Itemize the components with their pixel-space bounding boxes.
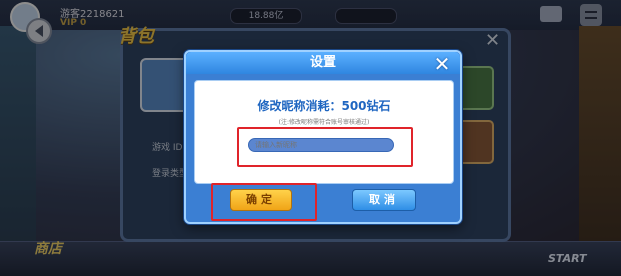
rename-cost-text: 修改昵称消耗：500钻石: [257, 99, 391, 113]
rename-hint-text: (注:修改昵称需符合账号审核通过): [278, 119, 370, 126]
dialog-body: 修改昵称消耗：500钻石 (注:修改昵称需符合账号审核通过): [194, 80, 454, 184]
dialog-title: 设置: [309, 55, 336, 70]
nickname-input[interactable]: [248, 138, 394, 152]
close-icon[interactable]: ✕: [431, 53, 453, 75]
confirm-button[interactable]: 确定: [230, 189, 292, 211]
cancel-button[interactable]: 取消: [352, 189, 416, 211]
